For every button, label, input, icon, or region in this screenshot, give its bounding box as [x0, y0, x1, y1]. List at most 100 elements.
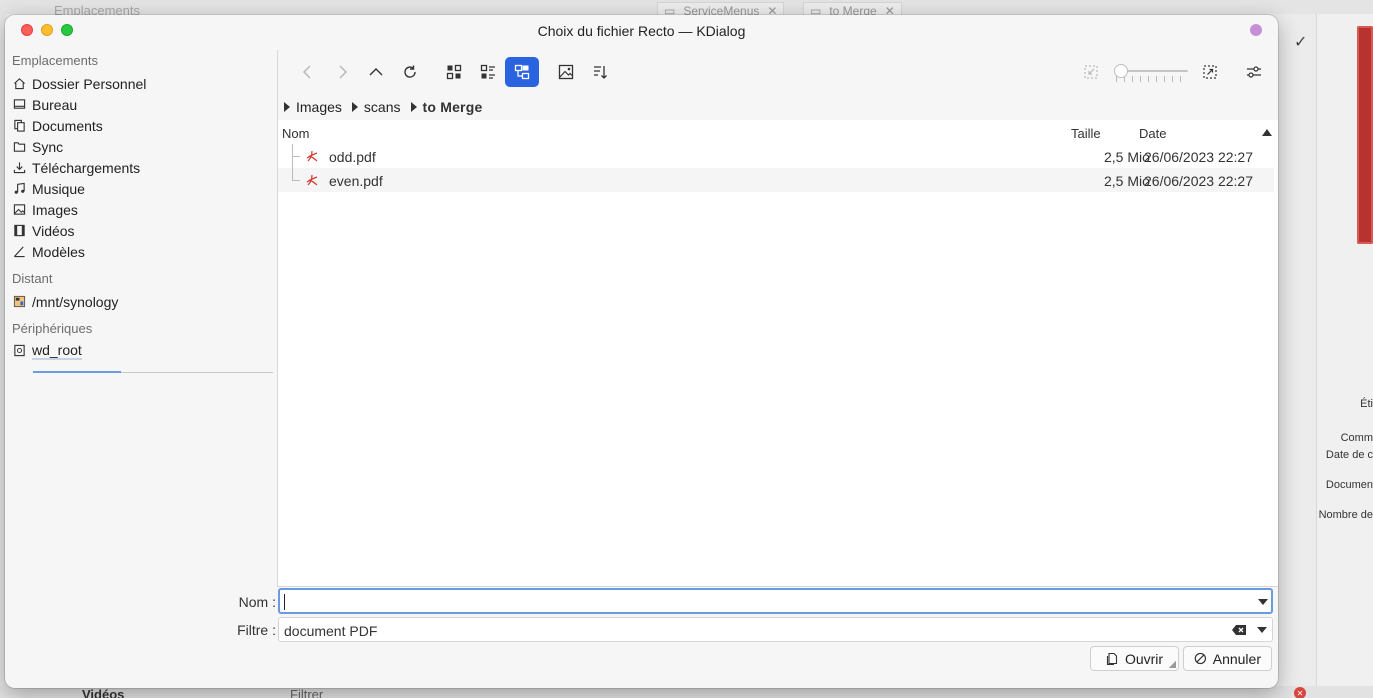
cancel-icon: [1194, 652, 1207, 665]
column-header-date[interactable]: Date: [1139, 126, 1166, 141]
zoom-out-icon: [1084, 65, 1098, 79]
pdf-icon: [306, 150, 318, 162]
checkmark-icon[interactable]: ✓: [1294, 32, 1307, 52]
options-button[interactable]: [1237, 57, 1271, 87]
chevron-left-icon: [303, 65, 311, 79]
file-date: 26/06/2023 22:27: [1144, 173, 1253, 189]
sort-button[interactable]: [583, 57, 617, 87]
chevron-right-icon: [339, 65, 347, 79]
breadcrumb-arrow-icon[interactable]: [351, 102, 358, 112]
close-icon[interactable]: ✕: [1294, 687, 1306, 698]
chevron-down-icon[interactable]: [1258, 599, 1268, 605]
resize-grip[interactable]: [1169, 661, 1176, 668]
file-row[interactable]: odd.pdf 2,5 Mio 26/06/2023 22:27: [278, 144, 1274, 168]
places-sidebar: Emplacements Dossier Personnel Bureau Do…: [5, 50, 277, 585]
column-header-size[interactable]: Taille: [1071, 126, 1101, 141]
section-title-distant: Distant: [12, 271, 53, 286]
sidebar-item-label: Téléchargements: [32, 159, 141, 176]
sidebar-item-modeles[interactable]: Modèles: [12, 241, 274, 262]
chevron-down-icon[interactable]: [1257, 627, 1267, 633]
sidebar-item-images[interactable]: Images: [12, 199, 274, 220]
text-caret: [284, 594, 285, 610]
sidebar-item-documents[interactable]: Documents: [12, 115, 274, 136]
template-icon: [12, 245, 26, 259]
zoom-in-button[interactable]: [1193, 57, 1227, 87]
compact-view-button[interactable]: [471, 57, 505, 87]
reload-button[interactable]: [393, 57, 427, 87]
forward-button[interactable]: [325, 57, 359, 87]
sidebar-item-bureau[interactable]: Bureau: [12, 94, 274, 115]
sort-icon: [594, 66, 607, 79]
sidebar-item-label: Documents: [32, 117, 103, 134]
sidebar-item-dossier-personnel[interactable]: Dossier Personnel: [12, 73, 274, 94]
sidebar-item-videos[interactable]: Vidéos: [12, 220, 274, 241]
background-preview-thumbnail: [1357, 26, 1373, 244]
window-title: Choix du fichier Recto — KDialog: [537, 23, 746, 39]
filter-combobox[interactable]: document PDF: [278, 617, 1273, 642]
section-title-emplacements: Emplacements: [12, 53, 98, 68]
zoom-slider[interactable]: [1114, 62, 1188, 82]
settings-sliders-icon: [1247, 66, 1261, 78]
icons-view-button[interactable]: [437, 57, 471, 87]
sidebar-item-label: Vidéos: [32, 222, 75, 239]
sort-ascending-icon: [1262, 129, 1272, 136]
background-info-label: Éti: [1360, 398, 1373, 410]
background-info-label: Date de c: [1325, 449, 1373, 461]
minimize-window-button[interactable]: [41, 24, 53, 36]
file-name-input[interactable]: [278, 588, 1273, 614]
download-icon: [12, 161, 26, 175]
desktop-icon: [12, 98, 26, 112]
document-open-icon: [1106, 652, 1117, 665]
preview-button[interactable]: [549, 57, 583, 87]
documents-icon: [12, 119, 26, 133]
breadcrumb-arrow-icon[interactable]: [410, 102, 417, 112]
file-name: even.pdf: [329, 173, 383, 189]
sidebar-item-musique[interactable]: Musique: [12, 178, 274, 199]
name-label: Nom :: [238, 594, 276, 610]
video-icon: [12, 224, 26, 238]
breadcrumb-arrow-icon[interactable]: [284, 102, 290, 112]
zoom-slider-handle[interactable]: [1114, 64, 1128, 78]
column-header-name[interactable]: Nom: [282, 126, 309, 141]
sidebar-item-label: Bureau: [32, 96, 78, 113]
cancel-button[interactable]: Annuler: [1183, 646, 1272, 671]
sidebar-item-label: Images: [32, 201, 78, 218]
clear-text-icon[interactable]: [1231, 624, 1247, 636]
file-dialog: Choix du fichier Recto — KDialog Emplace…: [5, 15, 1278, 688]
music-icon: [12, 182, 26, 196]
file-row[interactable]: even.pdf 2,5 Mio 26/06/2023 22:27: [278, 168, 1274, 192]
network-drive-icon: [12, 295, 26, 309]
reload-icon: [404, 65, 416, 78]
background-info-label: Nombre de: [1318, 509, 1373, 521]
disk-icon: [12, 344, 26, 358]
details-tree-view-button[interactable]: [505, 57, 539, 87]
close-window-button[interactable]: [21, 24, 33, 36]
back-button[interactable]: [291, 57, 325, 87]
breadcrumb-item-current[interactable]: to Merge: [423, 99, 483, 115]
sidebar-item-telechargements[interactable]: Téléchargements: [12, 157, 274, 178]
sidebar-item-mnt-synology[interactable]: /mnt/synology: [12, 291, 274, 312]
open-button[interactable]: Ouvrir: [1090, 646, 1179, 671]
grid-view-icon: [446, 64, 462, 80]
window-menu-button[interactable]: [1250, 24, 1262, 36]
background-bottom-videos: Vidéos: [82, 687, 125, 698]
toolbar: [278, 50, 1278, 94]
zoom-out-button[interactable]: [1074, 57, 1108, 87]
column-header: Nom Taille Date: [278, 120, 1278, 144]
chevron-up-icon: [369, 68, 383, 76]
file-name: odd.pdf: [329, 149, 376, 165]
breadcrumb-item-images[interactable]: Images: [296, 99, 342, 115]
sidebar-item-wd-root[interactable]: wd_root: [12, 340, 274, 361]
open-button-label: Ouvrir: [1124, 650, 1164, 667]
parent-folder-button[interactable]: [359, 57, 393, 87]
background-info-label: Documen: [1325, 479, 1373, 491]
sidebar-item-label: Modèles: [32, 243, 85, 260]
pdf-icon: [306, 174, 318, 186]
file-date: 26/06/2023 22:27: [1144, 149, 1253, 165]
usage-bar: [33, 371, 273, 373]
breadcrumb-item-scans[interactable]: scans: [364, 99, 401, 115]
maximize-window-button[interactable]: [61, 24, 73, 36]
compact-view-icon: [480, 64, 495, 79]
titlebar: Choix du fichier Recto — KDialog: [5, 15, 1278, 47]
sidebar-item-sync[interactable]: Sync: [12, 136, 274, 157]
